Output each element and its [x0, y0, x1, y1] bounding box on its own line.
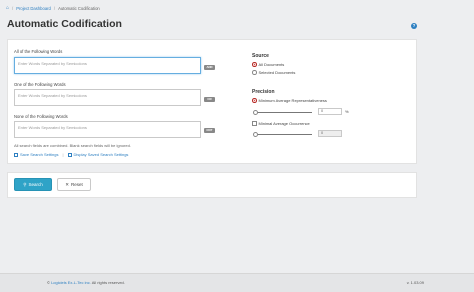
question-circle-icon[interactable]: ?	[411, 23, 417, 29]
search-button[interactable]: ⚲ Search	[14, 178, 52, 191]
percent-unit: %	[345, 109, 349, 114]
home-icon[interactable]: ⌂	[6, 5, 9, 11]
display-saved-settings-label: Display Saved Search Settings	[73, 152, 129, 157]
breadcrumb-separator: /	[12, 5, 14, 11]
reset-button[interactable]: ✕ Reset	[57, 178, 91, 191]
search-card: All of the Following Words Enter Words S…	[7, 39, 417, 164]
search-note: All search fields are combined. Blank se…	[14, 143, 131, 148]
precision-heading: Precision	[252, 89, 275, 95]
search-settings-links: Save Search Settings | Display Saved Sea…	[14, 152, 128, 157]
min-avg-value-input[interactable]: 0	[318, 108, 342, 115]
min-avg-slider[interactable]	[253, 110, 312, 115]
breadcrumb-project-dashboard[interactable]: Project Dashboard	[16, 6, 51, 11]
all-words-input[interactable]: Enter Words Separated by Semicolons	[14, 57, 201, 74]
minimal-occ-slider[interactable]	[253, 132, 312, 137]
search-icon: ⚲	[23, 181, 27, 187]
company-link[interactable]: Logiciels Ex-L-Tec inc.	[51, 280, 91, 285]
source-option-all[interactable]: All Documents	[252, 62, 284, 67]
min-avg-label: Minimum Average Representativeness	[258, 98, 327, 103]
breadcrumb-separator: /	[53, 5, 56, 11]
list-icon	[67, 152, 72, 157]
all-words-placeholder: Enter Words Separated by Semicolons	[18, 61, 87, 66]
min-avg-option[interactable]: Minimum Average Representativeness	[252, 98, 327, 103]
or-operator-badge: OR	[204, 97, 215, 102]
minimal-occ-label: Minimal Average Occurrence	[258, 121, 310, 126]
save-search-settings-link[interactable]: Save Search Settings	[14, 152, 58, 157]
save-icon	[14, 152, 18, 157]
minimal-occ-option[interactable]: Minimal Average Occurrence	[252, 121, 310, 126]
breadcrumb: ⌂ / Project Dashboard / Automatic Codifi…	[0, 0, 474, 16]
radio-selected-icon[interactable]	[252, 98, 257, 103]
one-word-input[interactable]: Enter Words Separated by Semicolons	[14, 89, 201, 106]
close-icon: ✕	[65, 181, 69, 187]
one-word-label: One of the Following Words	[14, 82, 66, 87]
radio-icon[interactable]	[252, 70, 257, 75]
slider-handle[interactable]	[253, 110, 258, 115]
radio-selected-icon[interactable]	[252, 62, 257, 67]
source-heading: Source	[252, 53, 269, 59]
none-words-label: None of the Following Words	[14, 114, 68, 119]
slider-handle[interactable]	[253, 132, 258, 137]
none-words-input[interactable]: Enter Words Separated by Semicolons	[14, 121, 201, 138]
breadcrumb-current: Automatic Codification	[58, 5, 100, 11]
none-words-placeholder: Enter Words Separated by Semicolons	[18, 125, 87, 130]
one-word-placeholder: Enter Words Separated by Semicolons	[18, 93, 87, 98]
actions-bar: ⚲ Search ✕ Reset	[7, 172, 417, 198]
link-divider: |	[62, 152, 64, 157]
not-operator-badge: NOT	[204, 128, 215, 133]
source-option-selected-label: Selected Documents	[258, 70, 296, 75]
minimal-occ-value-input[interactable]: 0	[318, 130, 342, 137]
copyright: © Logiciels Ex-L-Tec inc. All rights res…	[47, 280, 125, 285]
rights-text: All rights reserved.	[91, 280, 125, 285]
and-operator-badge: AND	[204, 65, 215, 70]
display-saved-settings-link[interactable]: Display Saved Search Settings	[67, 152, 129, 157]
checkbox-icon[interactable]	[252, 121, 257, 126]
all-words-label: All of the Following Words	[14, 49, 63, 54]
save-search-settings-label: Save Search Settings	[20, 152, 59, 157]
source-option-selected[interactable]: Selected Documents	[252, 70, 295, 75]
page-title: Automatic Codification	[7, 18, 122, 30]
source-option-all-label: All Documents	[258, 62, 285, 67]
search-button-label: Search	[28, 182, 43, 187]
footer: © Logiciels Ex-L-Tec inc. All rights res…	[0, 273, 474, 292]
version-label: v. 1.03.09	[406, 280, 424, 285]
reset-button-label: Reset	[71, 182, 83, 187]
